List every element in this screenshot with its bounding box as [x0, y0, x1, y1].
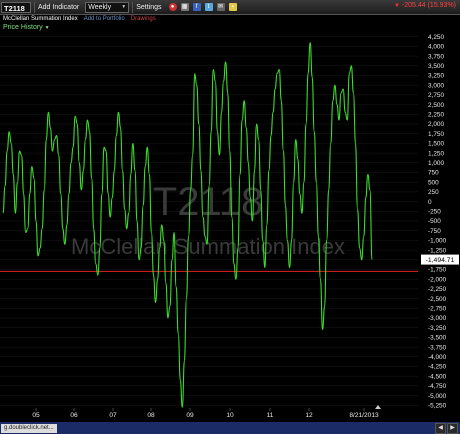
- last-value-label: -1,494.71: [426, 257, 455, 264]
- y-tick-label: 0: [428, 199, 432, 206]
- y-tick-label: 250: [428, 189, 439, 196]
- last-value-badge: -1,494.71: [421, 254, 459, 265]
- x-tick-label: 11: [267, 412, 274, 419]
- y-tick-label: 500: [428, 179, 439, 186]
- chart-area[interactable]: T2118 McClellan Summation Index 4,2504,0…: [0, 0, 460, 422]
- watermark-name: McClellan Summation Index: [71, 234, 345, 259]
- y-tick-label: 3,250: [428, 73, 444, 80]
- y-tick-label: -3,000: [428, 315, 447, 322]
- y-tick-label: -4,000: [428, 354, 447, 361]
- y-tick-label: -3,250: [428, 325, 447, 332]
- y-tick-label: -2,000: [428, 276, 447, 283]
- y-tick-label: -2,500: [428, 296, 447, 303]
- status-bar: g.doubleclick.net... ◀ ▶: [0, 422, 460, 434]
- y-tick-label: 1,750: [428, 131, 444, 138]
- y-tick-label: 3,000: [428, 82, 444, 89]
- x-tick-label: 06: [70, 412, 78, 419]
- y-tick-label: 1,000: [428, 160, 444, 167]
- y-tick-label: -5,250: [428, 402, 447, 409]
- price-history-toggle[interactable]: Price History ▼: [3, 24, 50, 31]
- series-path: [2, 41, 373, 408]
- y-tick-label: -4,500: [428, 373, 447, 380]
- x-tick-label: 05: [32, 412, 40, 419]
- y-tick-label: 2,750: [428, 92, 444, 99]
- y-tick-label: -1,000: [428, 238, 447, 245]
- x-tick-label: 07: [109, 412, 117, 419]
- y-tick-label: -250: [428, 208, 441, 215]
- y-tick-label: 3,500: [428, 63, 444, 70]
- x-tick-label: 08: [147, 412, 155, 419]
- chart-nav: ◀ ▶: [435, 423, 458, 434]
- scroll-left-icon[interactable]: ◀: [435, 423, 446, 434]
- y-tick-label: 1,250: [428, 150, 444, 157]
- status-text: g.doubleclick.net...: [1, 423, 57, 433]
- y-tick-label: -2,750: [428, 305, 447, 312]
- y-tick-label: -1,250: [428, 247, 447, 254]
- y-tick-label: -2,250: [428, 286, 447, 293]
- y-tick-label: -3,750: [428, 344, 447, 351]
- scroll-right-icon[interactable]: ▶: [447, 423, 458, 434]
- y-tick-label: -3,500: [428, 335, 447, 342]
- y-tick-label: 4,250: [428, 34, 444, 41]
- x-tick-label: 12: [305, 412, 313, 419]
- y-tick-label: 2,000: [428, 121, 444, 128]
- y-tick-label: -500: [428, 218, 441, 225]
- y-tick-label: -4,750: [428, 383, 447, 390]
- y-tick-label: 3,750: [428, 53, 444, 60]
- y-tick-label: -4,250: [428, 364, 447, 371]
- y-tick-label: 4,000: [428, 44, 444, 51]
- x-axis: 05 06 07 08 09 10 11 12 8/21/2013: [32, 405, 381, 419]
- scroll-thumb: [375, 405, 381, 409]
- y-axis: 4,250 4,000 3,750 3,500 3,250 3,000 2,750 2,500…: [428, 34, 447, 410]
- price-history-label: Price History: [3, 24, 43, 31]
- x-tick-label: 09: [186, 412, 194, 419]
- y-tick-label: -5,000: [428, 393, 447, 400]
- y-tick-label: 2,250: [428, 111, 444, 118]
- y-tick-label: -750: [428, 228, 441, 235]
- y-tick-label: -1,750: [428, 267, 447, 274]
- chevron-down-icon: ▼: [44, 25, 50, 31]
- y-tick-label: 2,500: [428, 102, 444, 109]
- x-tick-label: 8/21/2013: [349, 412, 379, 419]
- y-tick-label: 750: [428, 170, 439, 177]
- series-line: [2, 41, 373, 408]
- x-tick-label: 10: [226, 412, 234, 419]
- y-tick-label: 1,500: [428, 141, 444, 148]
